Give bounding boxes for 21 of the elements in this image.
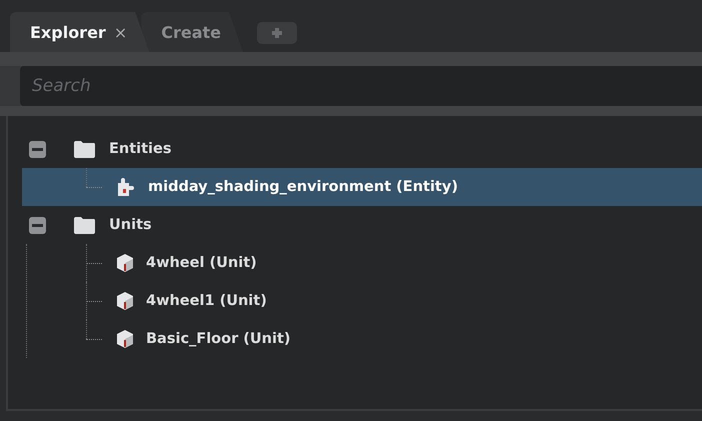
close-icon[interactable]: × <box>114 22 128 42</box>
puzzle-icon <box>116 177 136 197</box>
search-field[interactable]: Search <box>20 66 702 106</box>
selected-row[interactable]: midday_shading_environment (Entity) <box>22 168 702 206</box>
cube-icon <box>116 253 134 273</box>
tree-item[interactable]: 4wheel (Unit) <box>146 255 257 271</box>
tree-item[interactable]: 4wheel1 (Unit) <box>146 293 267 309</box>
collapse-icon[interactable] <box>29 216 46 234</box>
tree-item[interactable]: Units <box>109 217 152 233</box>
cube-icon <box>116 329 134 349</box>
tab[interactable]: Explorer × <box>10 12 150 52</box>
tab[interactable]: Create <box>141 12 243 52</box>
tree-item[interactable]: midday_shading_environment (Entity) <box>148 179 458 195</box>
add-tab-button[interactable] <box>257 22 297 44</box>
cube-icon <box>116 291 134 311</box>
collapse-icon[interactable] <box>29 140 46 158</box>
folder-icon <box>73 140 96 158</box>
folder-icon <box>73 216 96 234</box>
tree-item[interactable]: Basic_Floor (Unit) <box>146 331 291 347</box>
tree-item[interactable]: Entities <box>109 141 172 157</box>
plus-icon <box>270 26 284 40</box>
